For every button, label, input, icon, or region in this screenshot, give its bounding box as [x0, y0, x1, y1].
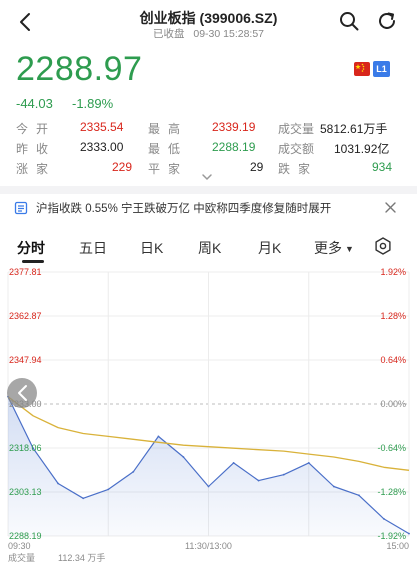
price-point: [57, 482, 59, 485]
tab-monthly-k[interactable]: 月K: [258, 238, 281, 258]
stat-label-low: 最低: [148, 142, 189, 156]
price-point: [383, 518, 385, 520]
price-change: -44.03: [16, 96, 53, 111]
x-axis-label: 11:30/13:00: [185, 541, 232, 551]
stat-value-high: 2339.19: [212, 120, 256, 134]
price-point: [157, 435, 160, 438]
y-axis-percent-label: -0.64%: [377, 443, 406, 453]
stat-label-advancers: 涨家: [16, 162, 57, 176]
chart-cursor-marker[interactable]: [7, 378, 37, 408]
header: 创业板指 (399006.SZ) 已收盘 09-30 15:28:57: [0, 0, 417, 46]
stat-value-decliners: 934: [372, 160, 393, 174]
price-point: [408, 532, 410, 535]
intraday-chart[interactable]: 2377.812362.872347.942333.002318.062303.…: [0, 264, 417, 564]
active-tab-indicator: [22, 260, 44, 263]
price-point: [107, 488, 110, 491]
volume-label: 成交量: [8, 552, 35, 563]
stat-value-low: 2288.19: [212, 140, 256, 154]
stat-value-prev-close: 2333.00: [80, 140, 124, 154]
stat-value-volume: 5812.61万手: [320, 122, 388, 136]
price-change-percent: -1.89%: [72, 96, 114, 111]
y-axis-label: 2288.19: [9, 531, 42, 541]
quote-stats: 今开 2335.54 最高 2339.19 成交量 5812.61万手 昨收 2…: [0, 118, 417, 178]
price-point: [332, 485, 335, 488]
status-text: 已收盘: [152, 28, 185, 40]
price-point: [232, 462, 235, 464]
price-point: [207, 485, 210, 488]
price-point: [282, 473, 285, 476]
y-axis-percent-label: -1.28%: [377, 487, 406, 497]
chart-tabs: 分时 五日 日K 周K 月K 更多 ▼: [0, 234, 417, 264]
tab-more[interactable]: 更多 ▼: [314, 238, 354, 258]
stat-label-open: 今开: [16, 122, 57, 136]
x-axis-label: 09:30: [8, 541, 31, 551]
stat-label-high: 最高: [148, 122, 189, 136]
price-point: [132, 470, 135, 473]
stat-label-prev-close: 昨收: [16, 142, 57, 156]
y-axis-percent-label: 1.28%: [380, 311, 406, 321]
y-axis-label: 2362.87: [9, 311, 42, 321]
news-icon: [14, 201, 28, 215]
tab-more-label: 更多: [314, 240, 342, 256]
y-axis-label: 2303.13: [9, 487, 42, 497]
price-point: [182, 456, 185, 458]
price-point: [358, 494, 360, 497]
expand-chevron-icon[interactable]: [201, 173, 213, 181]
x-axis-label: 15:00: [386, 541, 409, 551]
price-point: [82, 497, 85, 500]
stat-label-unchanged: 平家: [148, 162, 189, 176]
y-axis-label: 2377.81: [9, 267, 42, 277]
last-price: 2288.97: [16, 50, 143, 88]
refresh-icon[interactable]: [376, 10, 398, 32]
level1-badge[interactable]: L1: [373, 61, 390, 77]
dropdown-caret-icon: ▼: [345, 244, 354, 254]
close-icon[interactable]: [384, 201, 397, 214]
stat-label-decliners: 跌家: [278, 162, 319, 176]
y-axis-label: 2347.94: [9, 355, 42, 365]
settings-icon[interactable]: [374, 237, 392, 255]
stat-value-open: 2335.54: [80, 120, 124, 134]
y-axis-percent-label: -1.92%: [377, 531, 406, 541]
china-flag-icon: [354, 62, 370, 76]
y-axis-percent-label: 0.00%: [380, 399, 406, 409]
stats-row: 今开 2335.54 最高 2339.19 成交量 5812.61万手: [0, 118, 417, 138]
stats-row: 昨收 2333.00 最低 2288.19 成交额 1031.92亿: [0, 138, 417, 158]
news-headline[interactable]: 沪指收跌 0.55% 宁王跌破万亿 中欧称四季度修复随时展开: [36, 200, 331, 216]
stat-label-turnover: 成交额: [278, 142, 315, 156]
section-divider: [0, 186, 417, 194]
stat-value-unchanged: 29: [250, 160, 264, 174]
volume-value: 112.34 万手: [58, 552, 105, 563]
price-point: [307, 462, 310, 464]
status-datetime: 09-30 15:28:57: [193, 28, 265, 40]
search-icon[interactable]: [338, 10, 360, 32]
y-axis-label: 2318.06: [9, 443, 42, 453]
tab-five-day[interactable]: 五日: [79, 238, 107, 258]
stat-value-turnover: 1031.92亿: [334, 142, 390, 156]
tab-intraday[interactable]: 分时: [17, 238, 45, 258]
y-axis-percent-label: 0.64%: [380, 355, 406, 365]
stat-label-volume: 成交量: [278, 122, 315, 136]
tab-daily-k[interactable]: 日K: [140, 238, 163, 258]
tab-weekly-k[interactable]: 周K: [198, 238, 221, 258]
y-axis-percent-label: 1.92%: [380, 267, 406, 277]
news-banner[interactable]: 沪指收跌 0.55% 宁王跌破万亿 中欧称四季度修复随时展开: [0, 196, 417, 222]
price-point: [257, 479, 260, 482]
stat-value-advancers: 229: [112, 160, 133, 174]
